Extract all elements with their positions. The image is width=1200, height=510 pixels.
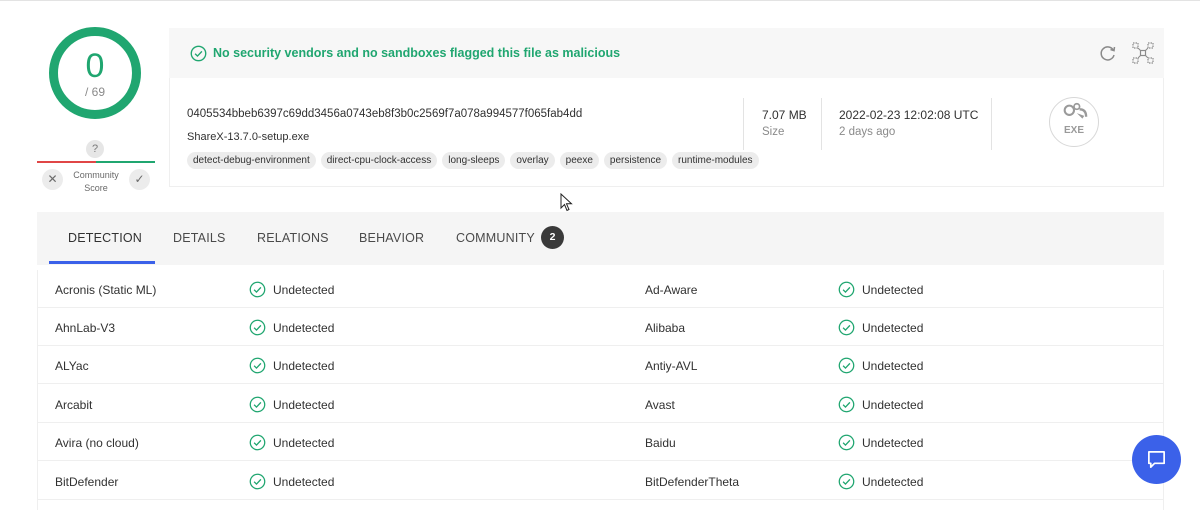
result-label: Undetected [273,283,335,297]
check-circle-icon [249,473,266,490]
vendor-name: AhnLab-V3 [55,321,116,335]
vote-malicious-button[interactable]: ✕ [42,169,63,190]
result-label: Undetected [862,436,924,450]
file-size: 7.07 MB [762,108,807,122]
divider [743,98,744,150]
analysis-date: 2022-02-23 12:02:08 UTC [839,108,979,122]
top-divider [0,0,1200,1]
file-size-label: Size [762,126,785,138]
divider [821,98,822,150]
analysis-date-relative: 2 days ago [839,126,896,138]
graph-view-icon[interactable] [1132,42,1154,64]
divider [991,98,992,150]
vendor-name: Baidu [645,436,676,450]
table-row: Arcabit Undetected Avast Undetected [38,385,1163,423]
check-circle-icon [190,45,207,62]
file-name: ShareX-13.7.0-setup.exe [187,131,310,143]
tag[interactable]: peexe [559,152,599,169]
vendor-name: ALYac [55,359,89,373]
check-circle-icon [249,396,266,413]
table-row: Acronis (Static ML) Undetected Ad-Aware … [38,270,1163,308]
file-type-badge: EXE [1049,97,1099,147]
file-info-card: 0405534bbeb6397c69dd3456a0743eb8f3b0c256… [169,78,1164,187]
tag[interactable]: detect-debug-environment [187,152,316,169]
detection-table: Acronis (Static ML) Undetected Ad-Aware … [37,270,1164,510]
table-row: ALYac Undetected Antiy-AVL Undetected [38,346,1163,384]
result-label: Undetected [273,436,335,450]
tab-detection[interactable]: DETECTION [68,231,142,245]
community-score-label: Community Score [73,170,119,193]
verdict-message: No security vendors and no sandboxes fla… [213,46,621,60]
table-row: Avira (no cloud) Undetected Baidu Undete… [38,423,1163,461]
vendor-name: Antiy-AVL [645,359,698,373]
result-label: Undetected [862,283,924,297]
tag[interactable]: long-sleeps [442,152,506,169]
verdict-banner: No security vendors and no sandboxes fla… [169,28,1164,78]
file-type-label: EXE [1063,125,1084,136]
gears-icon [1063,102,1088,119]
vendor-name: BitDefenderTheta [645,475,740,489]
community-count-badge: 2 [541,226,564,249]
mouse-cursor-icon [560,193,573,212]
check-circle-icon [249,357,266,374]
vendor-name: BitDefender [55,475,119,489]
chat-button[interactable] [1132,435,1181,484]
report-tabs: DETECTION DETAILS RELATIONS BEHAVIOR COM… [37,212,1164,265]
detection-count: 0 [85,47,105,85]
check-circle-icon [249,281,266,298]
chat-bubble-icon [1148,451,1165,468]
result-label: Undetected [862,359,924,373]
result-label: Undetected [862,321,924,335]
active-tab-indicator [49,261,155,264]
result-label: Undetected [273,398,335,412]
result-label: Undetected [273,321,335,335]
detection-score-ring: 0 / 69 [49,27,141,119]
check-circle-icon [249,319,266,336]
check-circle-icon [838,396,855,413]
result-label: Undetected [862,475,924,489]
vote-harmless-button[interactable]: ✓ [129,169,150,190]
result-label: Undetected [862,398,924,412]
tag[interactable]: overlay [510,152,555,169]
tag[interactable]: runtime-modules [672,152,759,169]
vendor-name: Alibaba [645,321,686,335]
result-label: Undetected [273,475,335,489]
vendor-name: Ad-Aware [645,283,698,297]
reanalyze-icon[interactable] [1098,43,1118,63]
detection-total: / 69 [84,85,105,99]
check-circle-icon [249,434,266,451]
check-circle-icon [838,319,855,336]
vendor-name: Arcabit [55,398,93,412]
community-score-bar [37,161,155,163]
tag[interactable]: direct-cpu-clock-access [320,152,438,169]
community-score-help-icon[interactable]: ? [86,140,104,158]
vendor-name: Avast [645,398,675,412]
table-row: AhnLab-V3 Undetected Alibaba Undetected [38,308,1163,346]
tab-details[interactable]: DETAILS [173,231,226,245]
tab-community[interactable]: COMMUNITY [456,231,535,245]
vendor-name: Acronis (Static ML) [55,283,157,297]
result-label: Undetected [273,359,335,373]
table-row: BitDefender Undetected BitDefenderTheta … [38,462,1163,500]
check-circle-icon [838,473,855,490]
file-tags: detect-debug-environment direct-cpu-cloc… [187,152,759,169]
vendor-name: Avira (no cloud) [55,436,139,450]
tab-behavior[interactable]: BEHAVIOR [359,231,424,245]
check-circle-icon [838,357,855,374]
check-circle-icon [838,281,855,298]
tab-relations[interactable]: RELATIONS [257,231,329,245]
file-hash[interactable]: 0405534bbeb6397c69dd3456a0743eb8f3b0c256… [187,108,582,120]
check-circle-icon [838,434,855,451]
tag[interactable]: persistence [603,152,668,169]
